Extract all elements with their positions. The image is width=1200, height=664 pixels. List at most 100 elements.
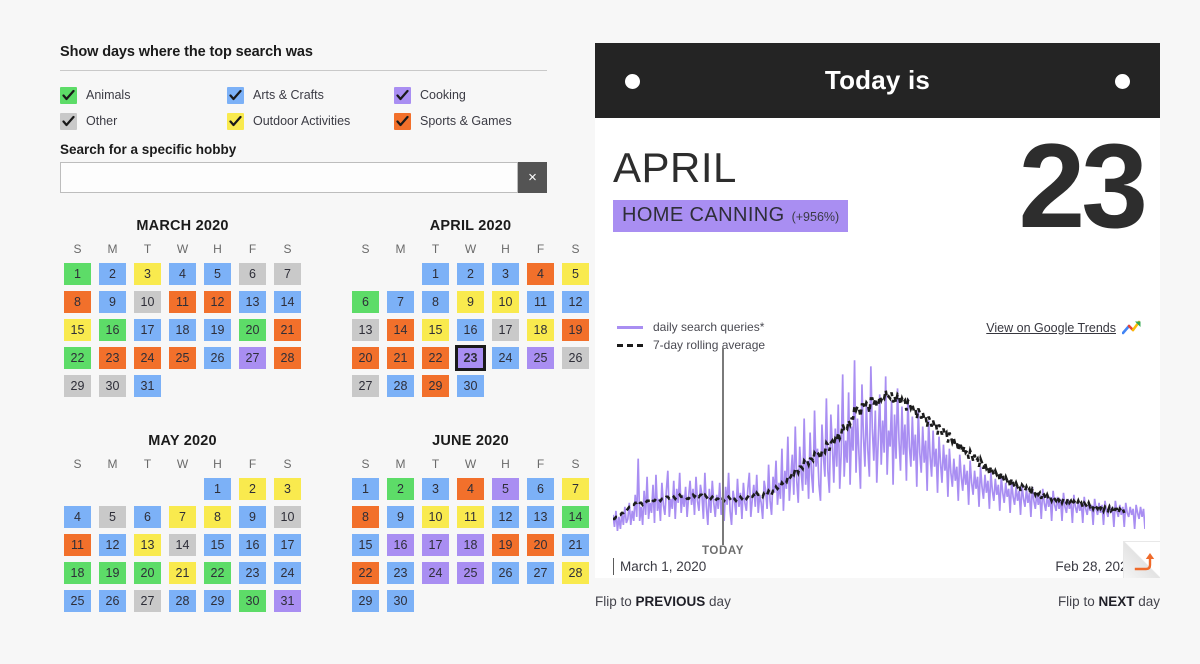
calendar-day[interactable]: 25 <box>64 590 91 612</box>
calendar-day[interactable]: 2 <box>239 478 266 500</box>
calendar-day[interactable]: 25 <box>457 562 484 584</box>
calendar-day[interactable]: 30 <box>457 375 484 397</box>
calendar-day[interactable]: 2 <box>99 263 126 285</box>
calendar-day[interactable]: 23 <box>239 562 266 584</box>
calendar-day[interactable]: 12 <box>204 291 231 313</box>
calendar-day[interactable]: 26 <box>492 562 519 584</box>
calendar-day[interactable]: 1 <box>422 263 449 285</box>
calendar-day[interactable]: 26 <box>99 590 126 612</box>
checkmark-icon[interactable] <box>394 86 411 104</box>
calendar-day[interactable]: 23 <box>387 562 414 584</box>
calendar-day[interactable]: 22 <box>352 562 379 584</box>
calendar-day[interactable]: 20 <box>239 319 266 341</box>
calendar-day[interactable]: 17 <box>422 534 449 556</box>
calendar-day[interactable]: 6 <box>134 506 161 528</box>
calendar-day[interactable]: 31 <box>274 590 301 612</box>
calendar-day[interactable]: 4 <box>527 263 554 285</box>
checkmark-icon[interactable] <box>60 86 77 104</box>
calendar-day[interactable]: 2 <box>457 263 484 285</box>
calendar-day[interactable]: 18 <box>527 319 554 341</box>
calendar-day[interactable]: 29 <box>422 375 449 397</box>
calendar-day[interactable]: 25 <box>527 347 554 369</box>
calendar-day[interactable]: 21 <box>274 319 301 341</box>
checkbox-cooking[interactable]: Cooking <box>394 86 550 104</box>
calendar-day[interactable]: 30 <box>99 375 126 397</box>
calendar-day[interactable]: 5 <box>99 506 126 528</box>
checkbox-arts-crafts[interactable]: Arts & Crafts <box>227 86 394 104</box>
calendar-day[interactable]: 12 <box>562 291 589 313</box>
calendar-day[interactable]: 13 <box>134 534 161 556</box>
calendar-day[interactable]: 5 <box>562 263 589 285</box>
calendar-day[interactable]: 4 <box>64 506 91 528</box>
calendar-day[interactable]: 3 <box>422 478 449 500</box>
calendar-day[interactable]: 17 <box>134 319 161 341</box>
calendar-day[interactable]: 15 <box>64 319 91 341</box>
calendar-day[interactable]: 9 <box>457 291 484 313</box>
calendar-day[interactable]: 3 <box>492 263 519 285</box>
calendar-day[interactable]: 20 <box>134 562 161 584</box>
calendar-day[interactable]: 22 <box>64 347 91 369</box>
calendar-day[interactable]: 22 <box>422 347 449 369</box>
calendar-day[interactable]: 13 <box>239 291 266 313</box>
calendar-day[interactable]: 11 <box>169 291 196 313</box>
calendar-day[interactable]: 11 <box>527 291 554 313</box>
calendar-day[interactable]: 28 <box>387 375 414 397</box>
calendar-day[interactable]: 27 <box>239 347 266 369</box>
calendar-day[interactable]: 1 <box>204 478 231 500</box>
calendar-day[interactable]: 27 <box>527 562 554 584</box>
calendar-day[interactable]: 9 <box>239 506 266 528</box>
calendar-day[interactable]: 29 <box>64 375 91 397</box>
calendar-day[interactable]: 10 <box>134 291 161 313</box>
calendar-day[interactable]: 6 <box>239 263 266 285</box>
calendar-day[interactable]: 26 <box>204 347 231 369</box>
calendar-day[interactable]: 21 <box>387 347 414 369</box>
calendar-day[interactable]: 18 <box>64 562 91 584</box>
checkmark-icon[interactable] <box>227 86 244 104</box>
calendar-day[interactable]: 5 <box>204 263 231 285</box>
checkbox-other[interactable]: Other <box>60 112 227 130</box>
calendar-day[interactable]: 7 <box>169 506 196 528</box>
calendar-day[interactable]: 7 <box>562 478 589 500</box>
calendar-day[interactable]: 3 <box>134 263 161 285</box>
calendar-day[interactable]: 1 <box>64 263 91 285</box>
calendar-day[interactable]: 2 <box>387 478 414 500</box>
calendar-day[interactable]: 7 <box>387 291 414 313</box>
calendar-day[interactable]: 28 <box>562 562 589 584</box>
calendar-day[interactable]: 11 <box>457 506 484 528</box>
calendar-day[interactable]: 27 <box>352 375 379 397</box>
calendar-day[interactable]: 18 <box>169 319 196 341</box>
calendar-day[interactable]: 19 <box>99 562 126 584</box>
calendar-day[interactable]: 30 <box>239 590 266 612</box>
checkmark-icon[interactable] <box>227 112 244 130</box>
calendar-day[interactable]: 14 <box>169 534 196 556</box>
calendar-day[interactable]: 14 <box>274 291 301 313</box>
calendar-day[interactable]: 17 <box>492 319 519 341</box>
calendar-day[interactable]: 19 <box>204 319 231 341</box>
calendar-day[interactable]: 19 <box>562 319 589 341</box>
calendar-day[interactable]: 4 <box>169 263 196 285</box>
calendar-day[interactable]: 27 <box>134 590 161 612</box>
calendar-day[interactable]: 8 <box>422 291 449 313</box>
calendar-day[interactable]: 22 <box>204 562 231 584</box>
calendar-day[interactable]: 19 <box>492 534 519 556</box>
calendar-day[interactable]: 21 <box>169 562 196 584</box>
flip-next-day-button[interactable]: Flip to NEXT day <box>1058 594 1160 609</box>
calendar-day[interactable]: 7 <box>274 263 301 285</box>
calendar-day[interactable]: 24 <box>134 347 161 369</box>
search-input[interactable] <box>60 162 518 193</box>
calendar-day[interactable]: 21 <box>562 534 589 556</box>
calendar-day[interactable]: 15 <box>422 319 449 341</box>
checkmark-icon[interactable] <box>394 112 411 130</box>
google-trends-link[interactable]: View on Google Trends <box>986 320 1142 335</box>
calendar-day[interactable]: 18 <box>457 534 484 556</box>
calendar-day[interactable]: 16 <box>387 534 414 556</box>
calendar-day[interactable]: 28 <box>169 590 196 612</box>
calendar-day[interactable]: 28 <box>274 347 301 369</box>
calendar-day[interactable]: 9 <box>387 506 414 528</box>
calendar-day[interactable]: 10 <box>422 506 449 528</box>
calendar-day[interactable]: 30 <box>387 590 414 612</box>
calendar-day[interactable]: 13 <box>352 319 379 341</box>
calendar-day[interactable]: 20 <box>352 347 379 369</box>
calendar-day[interactable]: 20 <box>527 534 554 556</box>
calendar-day[interactable]: 10 <box>274 506 301 528</box>
